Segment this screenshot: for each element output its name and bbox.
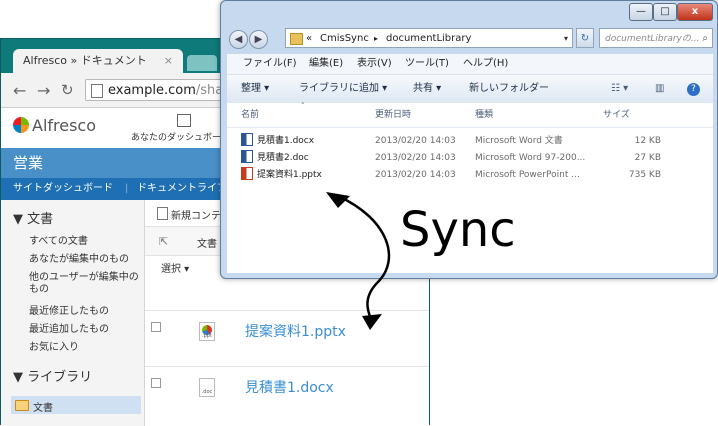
filter-editing-me[interactable]: あなたが編集中のもの: [29, 250, 129, 265]
file-type: Microsoft Word 文書: [475, 136, 563, 146]
file-modified: 2013/02/20 14:03: [375, 136, 456, 146]
menu-edit[interactable]: 編集(E): [309, 54, 343, 74]
document-checkbox[interactable]: [151, 322, 161, 332]
minimize-button[interactable]: —: [629, 3, 653, 21]
menu-tools[interactable]: ツール(T): [405, 54, 449, 74]
chevron-down-icon[interactable]: ▾: [564, 29, 568, 49]
url-host: example.com: [108, 83, 196, 98]
alfresco-logo-text: Alfresco: [32, 116, 97, 135]
close-button[interactable]: x: [677, 3, 713, 21]
alfresco-logo-icon: [13, 117, 29, 133]
library-folder-selected[interactable]: [11, 396, 141, 414]
explorer-address-bar[interactable]: « CmisSync ▸ documentLibrary ▾: [285, 28, 573, 48]
file-row[interactable]: 見積書2.doc 2013/02/20 14:03 Microsoft Word…: [227, 150, 713, 166]
documents-heading[interactable]: ▼ 文書: [13, 208, 53, 227]
organize-button[interactable]: 整理 ▾: [241, 75, 269, 103]
forward-arrow-icon[interactable]: →: [37, 81, 50, 100]
document-sidebar: ▼ 文書 すべての文書 あなたが編集中のもの 他のユーザーが編集中の もの 最近…: [1, 200, 145, 426]
site-nav-separator: |: [125, 183, 129, 194]
dashboard-icon[interactable]: [177, 114, 191, 127]
my-dashboard-link[interactable]: あなたのダッシュボード: [131, 130, 230, 143]
sort-indicator-icon: ˄: [301, 102, 305, 110]
column-type[interactable]: 種類: [475, 103, 493, 127]
powerpoint-file-icon: [241, 167, 253, 180]
library-folder-label[interactable]: 文書: [33, 399, 53, 414]
file-type: Microsoft PowerPoint ...: [475, 170, 580, 180]
document-link[interactable]: 見積書1.docx: [245, 377, 334, 397]
preview-pane-icon[interactable]: ▥: [655, 75, 664, 103]
menu-file[interactable]: ファイル(F): [243, 54, 297, 74]
add-to-library-button[interactable]: ライブラリに追加 ▾: [299, 75, 387, 103]
help-icon[interactable]: ?: [687, 83, 700, 96]
search-placeholder: documentLibraryの...: [605, 34, 700, 44]
row-divider: [145, 366, 429, 367]
filter-recently-modified[interactable]: 最近修正したもの: [29, 302, 109, 317]
file-name[interactable]: 提案資料1.pptx: [257, 167, 322, 183]
view-options-icon[interactable]: ☷ ▾: [611, 75, 628, 103]
site-nav-dashboard[interactable]: サイトダッシュボード: [13, 178, 113, 200]
document-checkbox[interactable]: [151, 378, 161, 388]
file-size: 735 KB: [628, 170, 661, 180]
file-size: 27 KB: [634, 153, 661, 163]
maximize-button[interactable]: □: [653, 3, 677, 21]
word-file-icon: [241, 150, 253, 163]
explorer-title-bar[interactable]: — □ x: [221, 1, 717, 25]
breadcrumb-separator-icon[interactable]: ▸: [374, 29, 378, 49]
file-list-header: 名前 ˄ 更新日時 種類 サイズ: [227, 102, 713, 128]
search-icon[interactable]: ⌕: [702, 29, 708, 47]
column-modified[interactable]: 更新日時: [375, 103, 411, 127]
file-modified: 2013/02/20 14:03: [375, 153, 456, 163]
powerpoint-file-icon: .ppt: [199, 322, 215, 341]
browser-tab[interactable]: Alfresco » ドキュメント ×: [13, 49, 183, 73]
menu-help[interactable]: ヘルプ(H): [463, 54, 508, 74]
menu-view[interactable]: 表示(V): [357, 54, 392, 74]
breadcrumb-documentlibrary[interactable]: documentLibrary: [386, 29, 471, 49]
word-file-icon: [241, 133, 253, 146]
column-size[interactable]: サイズ: [603, 103, 630, 127]
filter-favourites[interactable]: お気に入り: [29, 338, 79, 353]
file-row[interactable]: 見積書1.docx 2013/02/20 14:03 Microsoft Wor…: [227, 133, 713, 149]
search-input[interactable]: documentLibraryの... ⌕: [599, 28, 713, 48]
library-heading[interactable]: ▼ ライブラリ: [13, 366, 92, 385]
folder-icon: [290, 33, 303, 45]
breadcrumb-cmissync[interactable]: CmisSync: [320, 29, 369, 49]
command-bar: 整理 ▾ ライブラリに追加 ▾ 共有 ▾ 新しいフォルダー ☷ ▾ ▥ ?: [227, 75, 713, 104]
refresh-icon[interactable]: ↻: [576, 28, 594, 48]
breadcrumb-documents[interactable]: 文書: [197, 235, 217, 250]
new-tab-button[interactable]: [187, 55, 217, 71]
file-name[interactable]: 見積書2.doc: [257, 150, 309, 166]
forward-button-icon[interactable]: ▶: [249, 30, 268, 49]
back-button-icon[interactable]: ◀: [229, 30, 248, 49]
file-name[interactable]: 見積書1.docx: [257, 133, 314, 149]
back-arrow-icon[interactable]: ←: [13, 81, 26, 100]
menu-bar: ファイル(F) 編集(E) 表示(V) ツール(T) ヘルプ(H): [227, 54, 713, 75]
sync-label: Sync: [400, 202, 516, 258]
column-name[interactable]: 名前: [241, 103, 259, 127]
reload-icon[interactable]: ↻: [61, 81, 74, 99]
share-button[interactable]: 共有 ▾: [413, 75, 441, 103]
new-folder-button[interactable]: 新しいフォルダー: [469, 75, 549, 103]
filter-recently-added[interactable]: 最近追加したもの: [29, 320, 109, 335]
new-content-icon: [157, 207, 168, 220]
breadcrumb-overflow[interactable]: «: [306, 29, 312, 49]
filter-editing-others-cont[interactable]: もの: [29, 280, 49, 295]
filter-all-documents[interactable]: すべての文書: [29, 232, 88, 247]
file-size: 12 KB: [634, 136, 661, 146]
file-type: Microsoft Word 97-200...: [475, 153, 586, 163]
page-icon: [91, 84, 103, 98]
alfresco-logo[interactable]: Alfresco: [13, 116, 96, 135]
file-modified: 2013/02/20 14:03: [375, 170, 456, 180]
new-content-button[interactable]: 新規コンテ: [171, 207, 221, 222]
up-folder-icon[interactable]: ⇱: [159, 235, 168, 248]
word-file-icon: .doc: [199, 378, 215, 397]
select-menu[interactable]: 選択 ▾: [161, 260, 189, 275]
browser-tab-title: Alfresco » ドキュメント: [23, 54, 147, 67]
sync-arrow-icon: [326, 192, 391, 330]
tab-close-icon[interactable]: ×: [164, 49, 173, 73]
folder-icon: [15, 400, 29, 411]
file-row[interactable]: 提案資料1.pptx 2013/02/20 14:03 Microsoft Po…: [227, 167, 713, 183]
